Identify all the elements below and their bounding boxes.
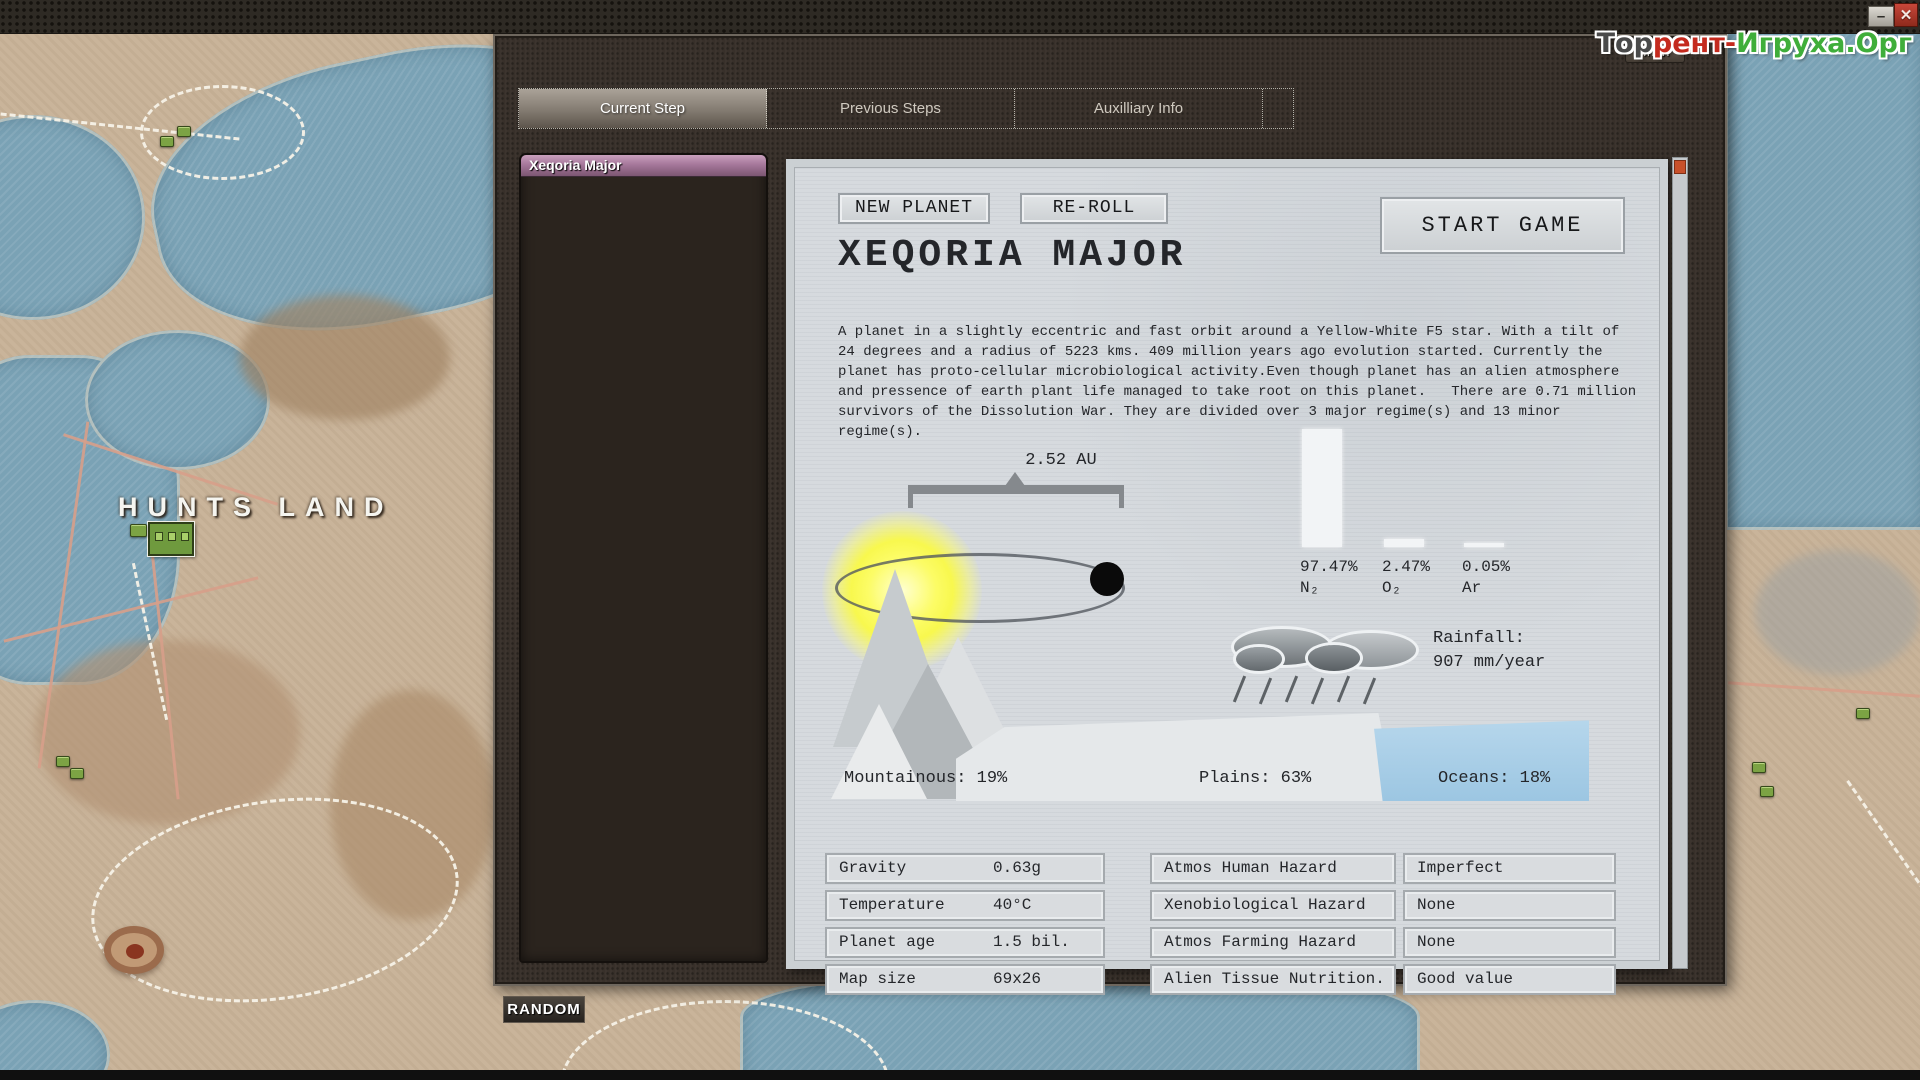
tab-bar: Current Step Previous Steps Auxilliary I…	[518, 88, 1294, 129]
unit-marker[interactable]	[1760, 786, 1774, 797]
stat-value: 40°C	[993, 892, 1103, 919]
rain-streak	[1259, 677, 1272, 704]
table-row: Alien Tissue Nutrition. Good value	[1150, 964, 1616, 995]
stat-label: Atmos Human Hazard	[1150, 853, 1396, 884]
water-region	[0, 1000, 110, 1080]
step-list-item-xeqoria-major[interactable]: Xeqoria Major	[521, 155, 766, 177]
stat-label: Map size	[827, 966, 993, 993]
table-row: Temperature 40°C	[825, 890, 1105, 921]
rainfall-label: Rainfall:	[1433, 627, 1545, 651]
planet-description: A planet in a slightly eccentric and fas…	[838, 322, 1638, 442]
rain-streak	[1285, 675, 1298, 702]
hazard-stats-table: Atmos Human Hazard Imperfect Xenobiologi…	[1150, 853, 1616, 1001]
terrain-oceans-label: Oceans: 18%	[1438, 769, 1550, 788]
crater-core	[126, 944, 144, 959]
rainfall-value: 907 mm/year	[1433, 651, 1545, 675]
unit-marker[interactable]	[177, 126, 191, 137]
terrain-mountainous-label: Mountainous: 19%	[844, 769, 1007, 788]
road	[1728, 681, 1920, 697]
game-screen: HUNTS LAND – ✕ Торрент-Игруха.Орг MINI C…	[0, 0, 1920, 1080]
rainfall-text: Rainfall: 907 mm/year	[1433, 627, 1545, 675]
border-line	[1846, 780, 1920, 1003]
stat-value: Imperfect	[1403, 853, 1616, 884]
n2-bar	[1302, 429, 1342, 547]
rain-streak	[1363, 677, 1376, 704]
scrollbar-thumb[interactable]	[1674, 160, 1686, 174]
ar-label: 0.05%Ar	[1462, 557, 1510, 599]
unit-marker[interactable]	[56, 756, 70, 767]
ocean-graphic	[1374, 717, 1589, 801]
unit-marker[interactable]	[1856, 708, 1870, 719]
scrollbar[interactable]	[1672, 157, 1688, 969]
start-game-button[interactable]: START GAME	[1380, 197, 1625, 254]
stat-label: Xenobiological Hazard	[1150, 890, 1396, 921]
distance-ruler	[908, 485, 1124, 494]
random-button[interactable]: RANDOM	[503, 996, 585, 1023]
unit-marker[interactable]	[130, 524, 147, 537]
unit-marker[interactable]	[160, 136, 174, 147]
stat-value: 69x26	[993, 966, 1103, 993]
planet-icon	[1090, 562, 1124, 596]
ruler-pointer	[1005, 472, 1025, 486]
table-row: Gravity 0.63g	[825, 853, 1105, 884]
rain-streak	[1337, 675, 1350, 702]
stat-label: Planet age	[827, 929, 993, 956]
stat-value: Good value	[1403, 964, 1616, 995]
stat-value: 0.63g	[993, 855, 1103, 882]
tab-previous-steps[interactable]: Previous Steps	[767, 89, 1015, 128]
planet-info-panel: NEW PLANET RE-ROLL START GAME XEQORIA MA…	[786, 159, 1668, 969]
stat-value: 1.5 bil.	[993, 929, 1103, 956]
ruins-patch	[1755, 550, 1920, 675]
stat-label: Atmos Farming Hazard	[1150, 927, 1396, 958]
city-icon[interactable]	[148, 522, 194, 556]
plains-graphic	[956, 713, 1396, 801]
rain-streak	[1311, 677, 1324, 704]
planet-stats-table: Gravity 0.63g Temperature 40°C Planet ag…	[825, 853, 1105, 1001]
rain-streak	[1233, 675, 1246, 702]
cloud-icon	[1236, 647, 1282, 671]
stat-label: Gravity	[827, 855, 993, 882]
watermark-part: рент-	[1653, 28, 1736, 59]
terrain-plains-label: Plains: 63%	[1199, 769, 1311, 788]
stat-label: Alien Tissue Nutrition.	[1150, 964, 1396, 995]
orbit-distance-label: 2.52 AU	[951, 451, 1171, 470]
water-region	[1725, 20, 1920, 530]
ruler-cap-right	[1119, 485, 1124, 508]
planet-name-title: XEQORIA MAJOR	[838, 234, 1186, 277]
cloud-icon	[1308, 645, 1360, 671]
ar-bar	[1464, 543, 1504, 547]
tab-current-step[interactable]: Current Step	[519, 89, 767, 128]
new-planet-button[interactable]: NEW PLANET	[838, 193, 990, 224]
watermark-part: Тор	[1597, 28, 1653, 59]
table-row: Atmos Farming Hazard None	[1150, 927, 1616, 958]
stat-value: None	[1403, 927, 1616, 958]
tab-auxilliary-info[interactable]: Auxilliary Info	[1015, 89, 1263, 128]
watermark-part: Игруха.Орг	[1736, 28, 1912, 59]
unit-marker[interactable]	[1752, 762, 1766, 773]
table-row: Planet age 1.5 bil.	[825, 927, 1105, 958]
re-roll-button[interactable]: RE-ROLL	[1020, 193, 1168, 224]
planet-generation-dialog: MINI Current Step Previous Steps Auxilli…	[493, 34, 1727, 986]
table-row: Map size 69x26	[825, 964, 1105, 995]
watermark: Торрент-Игруха.Орг	[1597, 28, 1912, 59]
close-button[interactable]: ✕	[1894, 3, 1918, 27]
region-label: HUNTS LAND	[118, 492, 394, 523]
o2-bar	[1384, 539, 1424, 547]
water-region	[0, 115, 145, 320]
stat-value: None	[1403, 890, 1616, 921]
bottom-bar	[0, 1070, 1920, 1080]
table-row: Atmos Human Hazard Imperfect	[1150, 853, 1616, 884]
minimize-button[interactable]: –	[1868, 6, 1894, 27]
step-list-panel: Xeqoria Major	[519, 153, 768, 963]
table-row: Xenobiological Hazard None	[1150, 890, 1616, 921]
terrain-patch	[35, 640, 300, 825]
n2-label: 97.47%N₂	[1300, 557, 1358, 599]
unit-marker[interactable]	[70, 768, 84, 779]
ruler-cap-left	[908, 485, 913, 508]
terrain-patch	[240, 295, 450, 420]
stat-label: Temperature	[827, 892, 993, 919]
o2-label: 2.47%O₂	[1382, 557, 1430, 599]
